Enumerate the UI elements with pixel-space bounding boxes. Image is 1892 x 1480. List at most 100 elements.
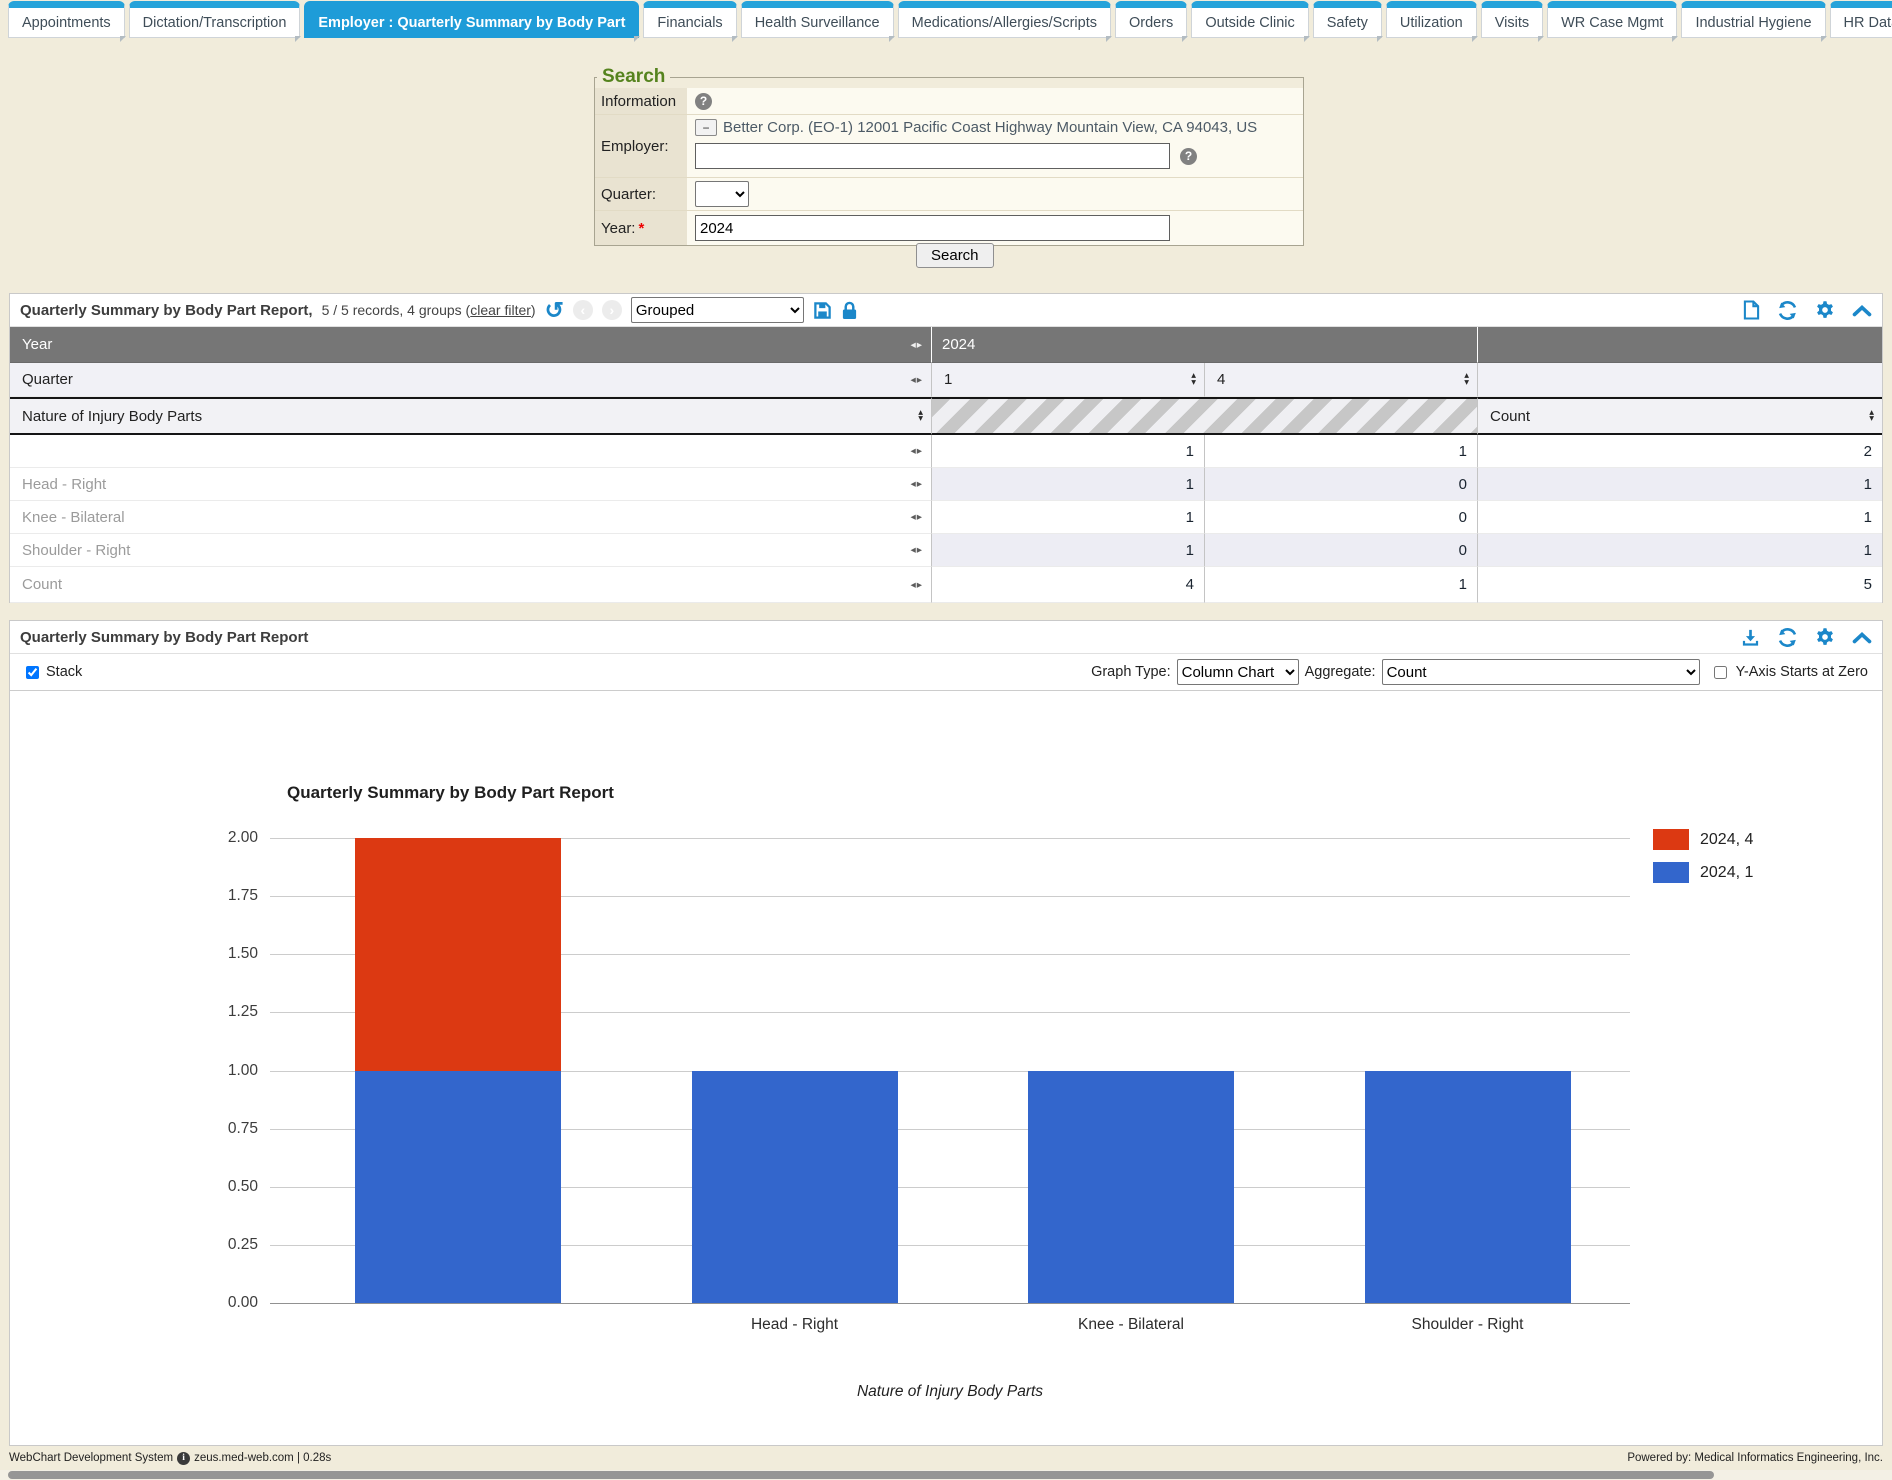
table-row-label-label: Head - Right [22, 476, 106, 493]
stack-checkbox[interactable] [26, 666, 39, 679]
tab-hr-data-feed[interactable]: HR Data Feed [1830, 1, 1892, 38]
save-icon[interactable] [813, 301, 832, 320]
chart-controls: Stack Graph Type: Column Chart Aggregate… [10, 654, 1882, 691]
footer: WebChart Development System i zeus.med-w… [0, 1446, 1892, 1470]
tab-label: Orders [1129, 15, 1173, 31]
cell-count: 2 [1477, 435, 1882, 468]
footer-q1: 4 [931, 567, 1204, 603]
employer-input[interactable] [695, 143, 1170, 169]
group-mode-select[interactable]: Grouped [631, 297, 804, 323]
y-tick-label: 0.00 [186, 1294, 258, 1312]
scrollbar-thumb[interactable] [8, 1471, 1714, 1479]
tab-safety[interactable]: Safety [1313, 1, 1382, 38]
clear-filter-link[interactable]: clear filter [470, 302, 531, 318]
employer-help-icon[interactable]: ? [1180, 148, 1197, 165]
download-icon[interactable] [1741, 628, 1760, 647]
column-move-icon[interactable]: ◂▸ [910, 478, 923, 490]
cell-q1: 1 [931, 435, 1204, 468]
column-move-icon[interactable]: ◂▸ [910, 374, 923, 386]
tab-label: Financials [657, 15, 722, 31]
tab-dictation-transcription[interactable]: Dictation/Transcription [129, 1, 301, 38]
stack-label: Stack [46, 664, 82, 680]
tab-health-surveillance[interactable]: Health Surveillance [741, 1, 894, 38]
year-input[interactable] [695, 215, 1170, 241]
help-icon[interactable]: ? [695, 93, 712, 110]
chart-x-axis-label: Nature of Injury Body Parts [270, 1383, 1630, 1401]
search-button[interactable]: Search [916, 243, 994, 268]
sort-icon[interactable]: ▴▾ [1464, 373, 1469, 386]
info-icon: i [177, 1452, 190, 1465]
gear-icon[interactable] [1815, 627, 1835, 647]
lock-icon[interactable] [841, 301, 858, 320]
tab-appointments[interactable]: Appointments [8, 1, 125, 38]
tab-bar: Appointments Dictation/Transcription Emplo… [0, 0, 1892, 42]
information-label: Information [595, 88, 687, 114]
table-row-label-label: Knee - Bilateral [22, 509, 125, 526]
new-document-icon[interactable] [1743, 300, 1760, 320]
header-year: Year◂▸ [10, 327, 931, 363]
tab-employer-quarterly-summary-by-body-part[interactable]: Employer : Quarterly Summary by Body Par… [304, 1, 639, 38]
quarter-col-value: 1 [944, 371, 952, 388]
tab-label: Visits [1495, 15, 1529, 31]
sort-icon[interactable]: ▴▾ [918, 410, 923, 423]
refresh-icon[interactable] [1777, 300, 1798, 321]
table-row-label: Head - Right ◂▸ [10, 468, 931, 501]
sort-icon[interactable]: ▴▾ [1869, 410, 1874, 423]
cell-q4: 0 [1204, 534, 1477, 567]
gear-icon[interactable] [1815, 300, 1835, 320]
tab-label: Utilization [1400, 15, 1463, 31]
legend-item: 2024, 1 [1653, 862, 1753, 883]
header-quarter: Quarter◂▸ [10, 363, 931, 397]
year-label: Year:* [595, 211, 687, 245]
tab-label: Industrial Hygiene [1695, 15, 1811, 31]
tab-outside-clinic[interactable]: Outside Clinic [1191, 1, 1308, 38]
column-move-icon[interactable]: ◂▸ [910, 544, 923, 556]
sort-icon[interactable]: ▴▾ [1191, 373, 1196, 386]
tab-label: Appointments [22, 15, 111, 31]
bar-segment [355, 838, 561, 1071]
cell-q1: 1 [931, 501, 1204, 534]
undo-icon[interactable]: ↺ [545, 300, 564, 320]
cell-q4: 0 [1204, 468, 1477, 501]
header-body-parts: Nature of Injury Body Parts▴▾ [10, 397, 931, 435]
column-move-icon[interactable]: ◂▸ [910, 579, 923, 591]
x-tick-label: Knee - Bilateral [1011, 1316, 1251, 1334]
legend-label: 2024, 4 [1700, 831, 1753, 849]
refresh-icon[interactable] [1777, 627, 1798, 648]
tab-utilization[interactable]: Utilization [1386, 1, 1477, 38]
grouping-hatch-cell [931, 397, 1477, 435]
y-tick-label: 0.75 [186, 1120, 258, 1138]
report-table-panel: Quarterly Summary by Body Part Report, 5… [9, 293, 1883, 603]
column-move-icon[interactable]: ◂▸ [910, 339, 923, 351]
legend-swatch [1653, 829, 1689, 850]
y-tick-label: 1.75 [186, 887, 258, 905]
sort-down-icon: ▾ [918, 416, 923, 423]
tab-industrial-hygiene[interactable]: Industrial Hygiene [1681, 1, 1825, 38]
cell-q4: 0 [1204, 501, 1477, 534]
yaxis-zero-label: Y-Axis Starts at Zero [1736, 664, 1868, 680]
tab-visits[interactable]: Visits [1481, 1, 1543, 38]
table-footer-label: Count◂▸ [10, 567, 931, 603]
tab-label: Dictation/Transcription [143, 15, 287, 31]
footer-count: 5 [1477, 567, 1882, 603]
quarter-col-4: 4▴▾ [1204, 363, 1477, 397]
quarter-label: Quarter: [595, 178, 687, 210]
y-tick-label: 1.25 [186, 1003, 258, 1021]
x-tick-label: Head - Right [675, 1316, 915, 1334]
tab-medications-allergies-scripts[interactable]: Medications/Allergies/Scripts [898, 1, 1111, 38]
collapse-panel-icon[interactable] [1852, 304, 1872, 317]
y-tick-label: 2.00 [186, 829, 258, 847]
graph-type-select[interactable]: Column Chart [1177, 659, 1299, 685]
quarter-select[interactable] [695, 181, 749, 207]
tab-wr-case-mgmt[interactable]: WR Case Mgmt [1547, 1, 1677, 38]
aggregate-select[interactable]: Count [1382, 659, 1700, 685]
tab-financials[interactable]: Financials [643, 1, 736, 38]
column-move-icon[interactable]: ◂▸ [910, 511, 923, 523]
bar-segment [1028, 1071, 1234, 1304]
collapse-panel-icon[interactable] [1852, 631, 1872, 644]
yaxis-zero-checkbox[interactable] [1714, 666, 1727, 679]
collapse-button[interactable]: − [695, 119, 717, 136]
employer-value[interactable]: Better Corp. (EO-1) 12001 Pacific Coast … [723, 119, 1257, 136]
column-move-icon[interactable]: ◂▸ [910, 445, 923, 457]
tab-orders[interactable]: Orders [1115, 1, 1187, 38]
